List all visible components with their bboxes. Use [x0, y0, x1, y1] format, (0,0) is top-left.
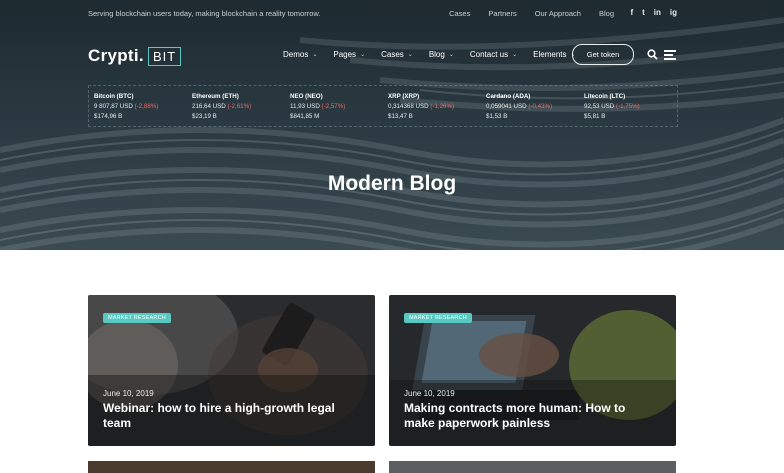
- nav-label: Pages: [333, 50, 357, 59]
- ticker-price: 11,93 USD: [290, 103, 320, 110]
- ticker-item: Litecoin (LTC) 92,53 USD (-1,75%) $5,81 …: [579, 86, 677, 126]
- ticker-price: 216,64 USD: [192, 103, 226, 110]
- get-token-button[interactable]: Get token: [572, 44, 634, 65]
- ticker-item: XRP (XRP) 0,314368 USD (-1,26%) $13,47 B: [383, 86, 481, 126]
- nav-item-pages[interactable]: Pages ⌄: [333, 50, 365, 59]
- ticker-name: Cardano (ADA): [486, 93, 531, 100]
- ticker-cap: $5,81 B: [584, 113, 606, 120]
- nav-item-demos[interactable]: Demos ⌄: [283, 50, 317, 59]
- linkedin-icon[interactable]: in: [654, 8, 661, 17]
- post-title[interactable]: Webinar: how to hire a high-growth legal…: [103, 401, 355, 431]
- facebook-icon[interactable]: f: [630, 8, 633, 17]
- topbar-link-blog[interactable]: Blog: [599, 9, 614, 18]
- ticker-cap: $841,85 M: [290, 113, 320, 120]
- ticker-price: 9 807,87 USD: [94, 103, 133, 110]
- instagram-icon[interactable]: ig: [670, 8, 677, 17]
- topbar-link-partners[interactable]: Partners: [488, 9, 516, 18]
- ticker-item: NEO (NEO) 11,93 USD (-2,57%) $841,85 M: [285, 86, 383, 126]
- blog-card[interactable]: MARKET RESEARCH June 10, 2019 Webinar: h…: [88, 295, 375, 446]
- hamburger-menu-icon[interactable]: [664, 50, 676, 60]
- ticker-name: NEO (NEO): [290, 93, 323, 100]
- ticker-price: 0,314368 USD: [388, 103, 429, 110]
- twitter-icon[interactable]: t: [642, 8, 645, 17]
- blog-card-partial[interactable]: [389, 461, 676, 473]
- chevron-down-icon: ⌄: [360, 52, 366, 58]
- search-icon[interactable]: [647, 49, 658, 60]
- chevron-down-icon: ⌄: [512, 52, 518, 58]
- hero-section: Serving blockchain users today, making b…: [0, 0, 784, 250]
- ticker-cap: $174,96 B: [94, 113, 123, 120]
- ticker-name: Litecoin (LTC): [584, 93, 626, 100]
- nav-label: Blog: [428, 50, 445, 59]
- ticker-change: (-2,88%): [134, 103, 159, 110]
- nav-item-elements[interactable]: Elements ⌄: [533, 50, 575, 59]
- ticker-price: 0,059041 USD: [486, 103, 527, 110]
- topbar: Serving blockchain users today, making b…: [0, 0, 784, 26]
- ticker-cap: $13,47 B: [388, 113, 413, 120]
- nav-item-contact[interactable]: Contact us ⌄: [470, 50, 517, 59]
- ticker-name: XRP (XRP): [388, 93, 420, 100]
- ticker-price: 92,53 USD: [584, 103, 615, 110]
- ticker-cap: $23,19 B: [192, 113, 217, 120]
- logo[interactable]: Crypti. BIT: [88, 46, 182, 66]
- ticker-change: (-2,61%): [227, 103, 252, 110]
- category-badge[interactable]: MARKET RESEARCH: [404, 313, 472, 323]
- post-date: June 10, 2019: [404, 389, 455, 398]
- nav-item-cases[interactable]: Cases ⌄: [381, 50, 413, 59]
- page-title: Modern Blog: [327, 172, 457, 195]
- main-header: Crypti. BIT Demos ⌄ Pages ⌄ Cases ⌄ Blog ⌄ C…: [0, 40, 784, 70]
- post-title[interactable]: Making contracts more human: How to make…: [404, 401, 656, 431]
- topbar-links: Cases Partners Our Approach Blog: [449, 9, 614, 18]
- blog-card[interactable]: MARKET RESEARCH June 10, 2019 Making con…: [389, 295, 676, 446]
- chevron-down-icon: ⌄: [407, 52, 413, 58]
- nav-label: Cases: [381, 50, 404, 59]
- nav-label: Contact us: [469, 50, 509, 59]
- logo-text: Crypti.: [88, 46, 144, 65]
- nav-item-blog[interactable]: Blog ⌄: [429, 50, 454, 59]
- logo-badge: BIT: [147, 46, 182, 66]
- chevron-down-icon: ⌄: [448, 52, 454, 58]
- main-nav: Demos ⌄ Pages ⌄ Cases ⌄ Blog ⌄ Contact us ⌄ E…: [283, 50, 592, 59]
- topbar-tagline: Serving blockchain users today, making b…: [88, 9, 321, 18]
- ticker-item: Cardano (ADA) 0,059041 USD (-0,43%) $1,5…: [481, 86, 579, 126]
- ticker-name: Bitcoin (BTC): [94, 93, 134, 100]
- topbar-link-approach[interactable]: Our Approach: [535, 9, 581, 18]
- ticker-change: (-2,57%): [321, 103, 346, 110]
- blog-card-partial[interactable]: [88, 461, 375, 473]
- crypto-ticker: Bitcoin (BTC) 9 807,87 USD (-2,88%) $174…: [88, 85, 678, 127]
- social-links: f t in ig: [630, 8, 677, 17]
- ticker-item: Ethereum (ETH) 216,64 USD (-2,61%) $23,1…: [187, 86, 285, 126]
- nav-label: Elements: [533, 50, 567, 59]
- post-date: June 10, 2019: [103, 389, 154, 398]
- ticker-item: Bitcoin (BTC) 9 807,87 USD (-2,88%) $174…: [89, 86, 187, 126]
- ticker-name: Ethereum (ETH): [192, 93, 239, 100]
- nav-label: Demos: [283, 50, 309, 59]
- ticker-change: (-1,26%): [430, 103, 455, 110]
- ticker-change: (-1,75%): [616, 103, 640, 110]
- category-badge[interactable]: MARKET RESEARCH: [103, 313, 171, 323]
- topbar-link-cases[interactable]: Cases: [449, 9, 470, 18]
- ticker-change: (-0,43%): [528, 103, 553, 110]
- ticker-cap: $1,53 B: [486, 113, 508, 120]
- chevron-down-icon: ⌄: [312, 52, 318, 58]
